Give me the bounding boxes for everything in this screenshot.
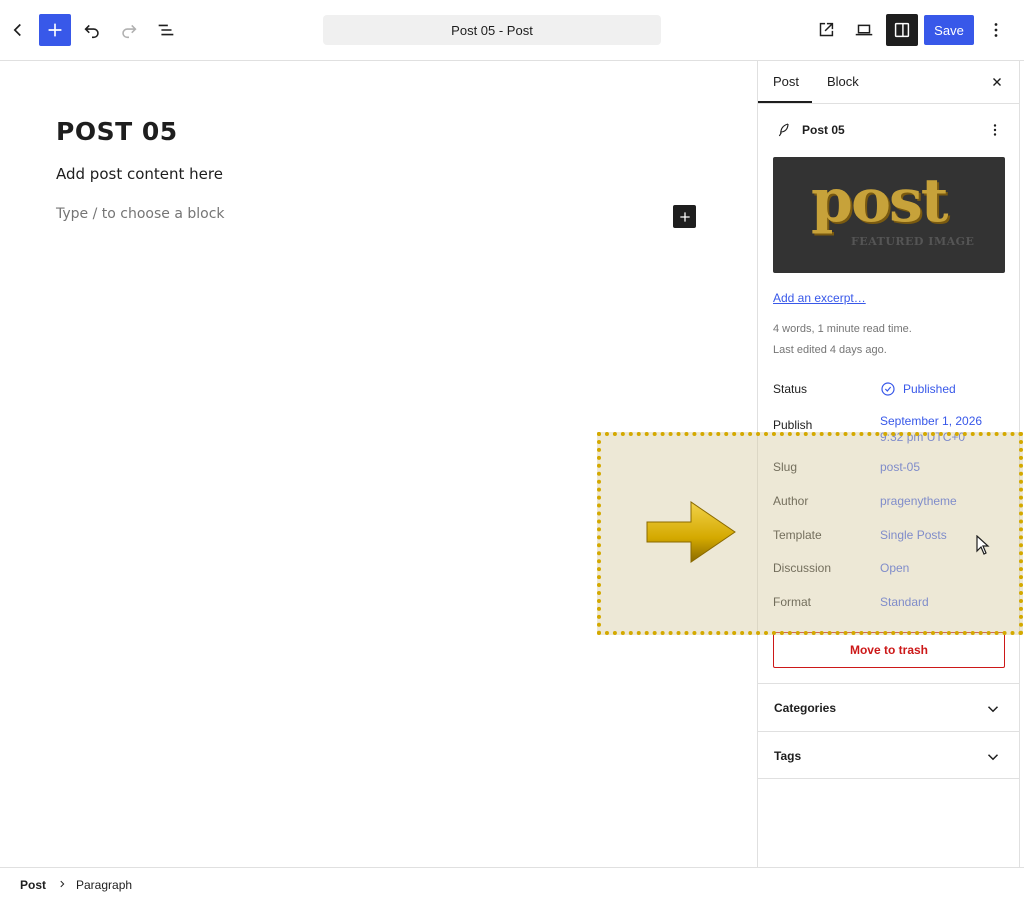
post-summary-title: Post 05: [802, 123, 845, 137]
status-value-button[interactable]: Published: [880, 381, 956, 397]
featured-image-word: post: [811, 166, 948, 236]
settings-toggle-button[interactable]: [886, 14, 918, 46]
last-edited-text: Last edited 4 days ago.: [773, 344, 887, 356]
document-title-bar[interactable]: Post 05 - Post: [323, 15, 661, 45]
breadcrumb-post[interactable]: Post: [20, 878, 46, 892]
add-excerpt-link[interactable]: Add an excerpt…: [773, 291, 866, 305]
block-breadcrumb: Post Paragraph: [0, 867, 1024, 898]
empty-block-placeholder[interactable]: Type / to choose a block: [56, 206, 225, 222]
categories-panel-toggle[interactable]: Categories: [758, 683, 1020, 731]
chevron-down-icon: [987, 754, 999, 761]
chevron-down-icon: [987, 706, 999, 713]
tags-title: Tags: [774, 749, 802, 763]
back-icon: [13, 23, 21, 37]
categories-title: Categories: [774, 701, 837, 715]
options-button[interactable]: [980, 14, 1012, 46]
publish-date: September 1, 2026: [880, 414, 983, 428]
redo-icon: [122, 24, 137, 39]
sidebar-settings-icon: [894, 22, 910, 38]
post-summary-header: Post 05: [776, 121, 845, 139]
tab-post[interactable]: Post: [773, 74, 799, 89]
featured-image[interactable]: post FEATURED IMAGE: [773, 157, 1005, 273]
plus-icon: [48, 23, 62, 37]
tab-block[interactable]: Block: [827, 74, 859, 89]
laptop-icon: [855, 24, 873, 36]
close-settings-button[interactable]: [988, 73, 1006, 91]
paragraph-block[interactable]: Add post content here: [56, 165, 223, 183]
back-button[interactable]: [2, 14, 34, 46]
device-preview-button[interactable]: [848, 14, 880, 46]
mouse-cursor-icon: [976, 535, 990, 555]
list-view-icon: [158, 24, 174, 36]
arrow-right-icon: [646, 501, 736, 563]
editor-top-toolbar: Post 05 - Post Save: [0, 0, 1024, 61]
redo-button[interactable]: [113, 14, 145, 46]
sidebar-tabs: Post Block: [758, 61, 1020, 104]
post-title[interactable]: POST 05: [56, 117, 178, 146]
document-overview-button[interactable]: [150, 14, 182, 46]
chevron-right-icon: [60, 880, 65, 888]
more-vertical-icon: [994, 23, 998, 37]
status-label: Status: [773, 382, 808, 396]
more-vertical-icon: [993, 124, 997, 136]
featured-image-caption: FEATURED IMAGE: [851, 235, 975, 248]
inline-add-block-button[interactable]: [673, 205, 696, 228]
add-block-button[interactable]: [39, 14, 71, 46]
external-view-icon: [819, 22, 834, 37]
check-circle-icon: [881, 382, 895, 396]
save-button[interactable]: Save: [924, 15, 974, 45]
plus-icon: [679, 211, 690, 222]
post-actions-button[interactable]: [986, 121, 1004, 144]
close-icon: [993, 78, 1001, 86]
tags-panel-toggle[interactable]: Tags: [758, 731, 1020, 779]
breadcrumb-paragraph[interactable]: Paragraph: [76, 878, 132, 892]
active-tab-indicator: [758, 101, 812, 103]
feather-icon: [778, 123, 789, 137]
view-post-button[interactable]: [810, 14, 842, 46]
word-count-text: 4 words, 1 minute read time.: [773, 323, 912, 335]
undo-icon: [84, 24, 99, 39]
status-value: Published: [903, 382, 956, 396]
publish-label: Publish: [773, 418, 813, 432]
undo-button[interactable]: [76, 14, 108, 46]
move-to-trash-button[interactable]: Move to trash: [773, 632, 1005, 668]
